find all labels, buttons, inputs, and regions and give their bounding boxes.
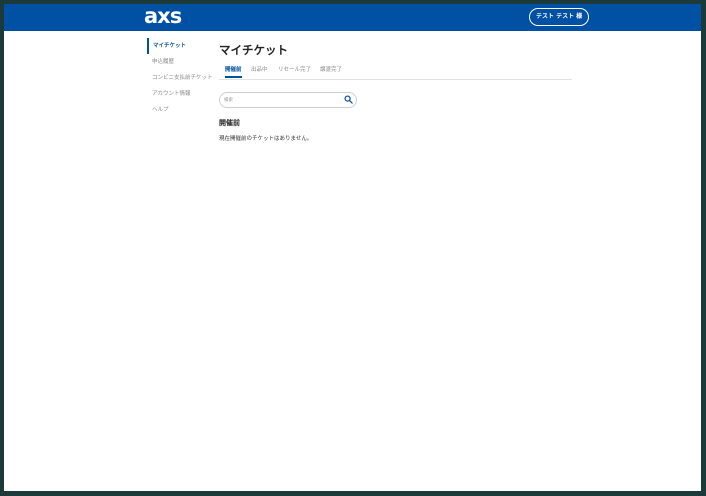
search-icon[interactable] xyxy=(344,95,353,104)
axs-logo[interactable]: axs xyxy=(144,5,182,27)
sidebar-item-help[interactable]: ヘルプ xyxy=(147,102,217,118)
sidebar-item-my-tickets[interactable]: マイチケット xyxy=(147,38,217,54)
sidebar-item-application-history[interactable]: 申込履歴 xyxy=(147,54,217,70)
search-input[interactable] xyxy=(224,95,340,105)
page-title: マイチケット xyxy=(219,43,288,57)
empty-state-message: 現在開催前のチケットはありません。 xyxy=(219,136,313,142)
page-frame: axs テスト テスト 様 マイチケット 申込履歴 コンビニ支払前チケット アカ… xyxy=(4,4,701,491)
sidebar-item-convenience-store-unpaid[interactable]: コンビニ支払前チケット xyxy=(147,70,217,86)
ticket-tabs: 開催前 出品中 リセール完了 譲渡完了 xyxy=(219,66,572,80)
top-navigation-bar: axs テスト テスト 様 xyxy=(4,4,701,31)
user-account-button[interactable]: テスト テスト 様 xyxy=(529,8,590,26)
main-content: マイチケット 開催前 出品中 リセール完了 譲渡完了 開催前 現在開催前のチケッ… xyxy=(219,42,572,142)
sidebar-item-account-info[interactable]: アカウント情報 xyxy=(147,86,217,102)
tab-listed[interactable]: 出品中 xyxy=(251,66,268,78)
section-title: 開催前 xyxy=(219,119,240,127)
tab-upcoming[interactable]: 開催前 xyxy=(225,66,242,78)
tab-resale-complete[interactable]: リセール完了 xyxy=(278,66,311,78)
tab-transfer-complete[interactable]: 譲渡完了 xyxy=(320,66,342,78)
sidebar: マイチケット 申込履歴 コンビニ支払前チケット アカウント情報 ヘルプ xyxy=(147,38,217,118)
search-box xyxy=(219,92,357,108)
